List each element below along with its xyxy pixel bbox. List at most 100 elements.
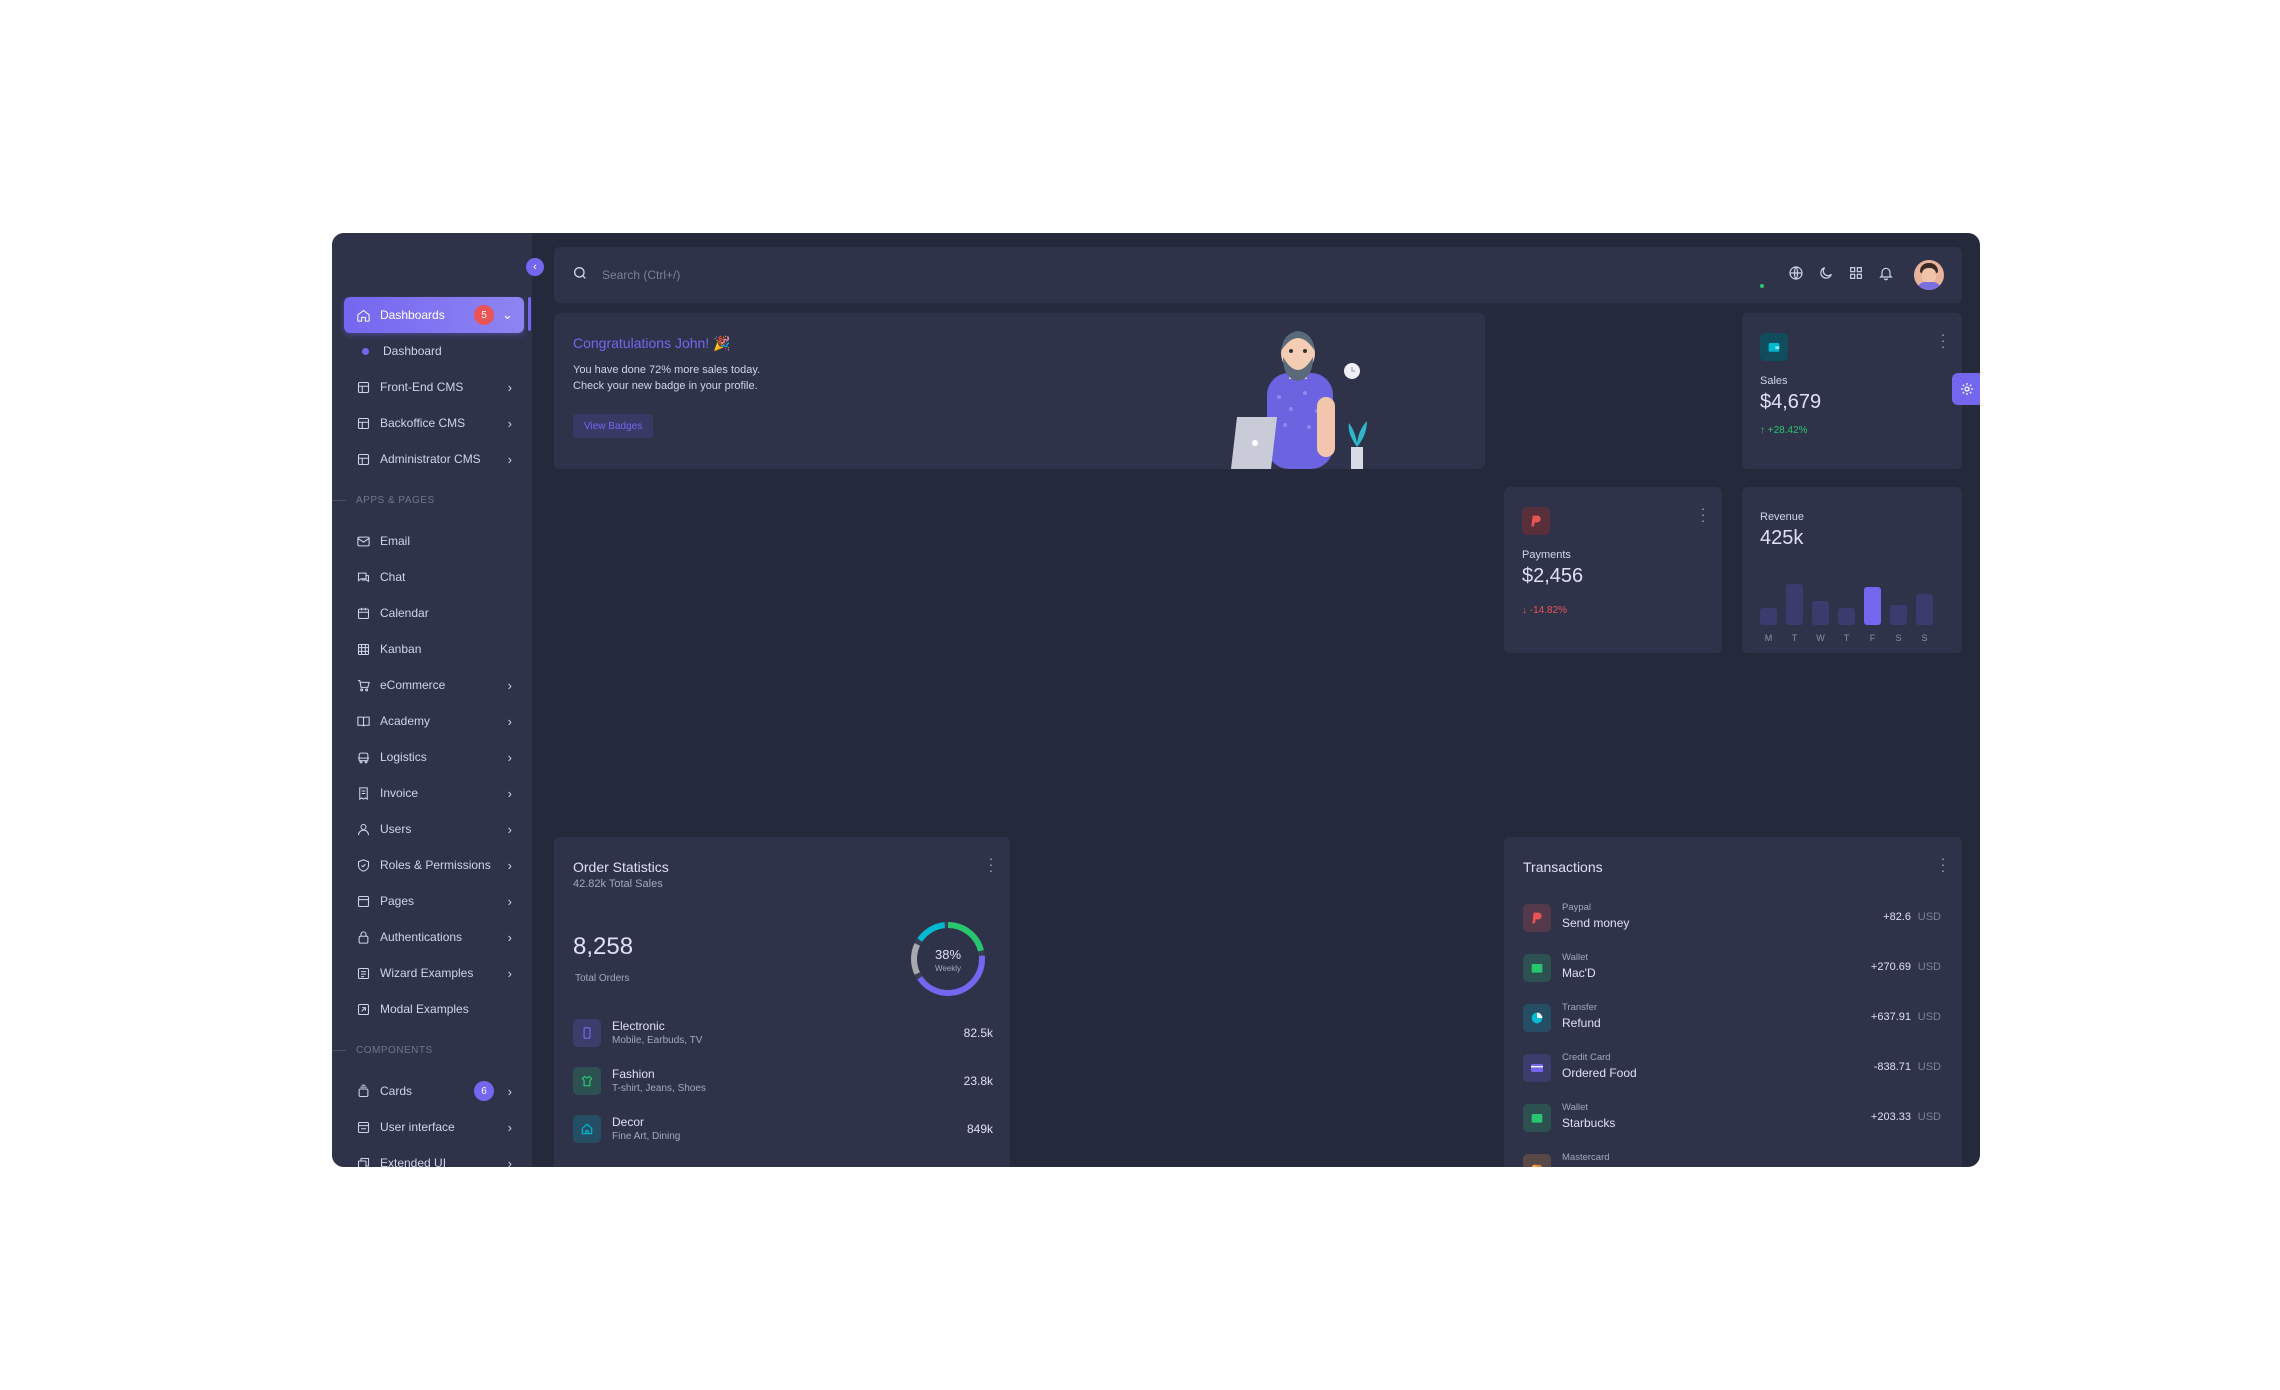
section-apps-pages: APPS & PAGES (332, 477, 524, 523)
sidebar-item-wizard-examples[interactable]: Wizard Examples › (344, 955, 524, 991)
sidebar-item-users[interactable]: Users › (344, 811, 524, 847)
kanban-icon (356, 642, 371, 657)
day-label: M (1764, 633, 1773, 643)
revenue-bar (1812, 601, 1829, 625)
card-text: Check your new badge in your profile. (573, 380, 758, 392)
search-input[interactable] (602, 268, 902, 282)
sidebar-item-label: Roles & Permissions (380, 858, 491, 872)
revenue-bar (1890, 605, 1907, 625)
sidebar-item-academy[interactable]: Academy › (344, 703, 524, 739)
day-label: F (1869, 633, 1876, 643)
more-options-icon[interactable]: · · · (988, 851, 994, 877)
app-window: Dashboards 5 ⌄ Dashboard Front-End CMS › B… (332, 233, 1980, 1167)
transaction-row[interactable]: Mastercard (1523, 1149, 1941, 1167)
transaction-row[interactable]: Transfer Refund +637.91 USD (1523, 999, 1941, 1039)
transaction-currency: USD (1917, 961, 1941, 973)
transaction-row[interactable]: Paypal Send money +82.6 USD (1523, 899, 1941, 939)
sidebar-item-user-interface[interactable]: User interface › (344, 1109, 524, 1145)
credit-card-icon (1523, 1054, 1551, 1082)
sidebar-item-label: Authentications (380, 930, 463, 944)
transaction-type: Paypal (1562, 902, 1592, 913)
revenue-card: Revenue 425k M T W T F S S (1742, 487, 1962, 653)
view-badges-button[interactable]: View Badges (573, 414, 654, 438)
sidebar-item-logistics[interactable]: Logistics › (344, 739, 524, 775)
transaction-currency: USD (1917, 1011, 1941, 1023)
transaction-row[interactable]: Wallet Mac'D +270.69 USD (1523, 949, 1941, 989)
category-value: 849k (966, 1122, 993, 1136)
sidebar-item-label: Pages (380, 894, 415, 908)
sidebar-item-cards[interactable]: Cards 6 › (344, 1073, 524, 1109)
transaction-currency: USD (1917, 911, 1941, 923)
sidebar-item-label: Cards (380, 1084, 413, 1098)
transaction-row[interactable]: Credit Card Ordered Food -838.71 USD (1523, 1049, 1941, 1089)
chevron-right-icon: › (507, 713, 512, 729)
category-name: Decor (612, 1115, 645, 1129)
sidebar-item-administrator-cms[interactable]: Administrator CMS › (344, 441, 524, 477)
sidebar-item-extended-ui[interactable]: Extended UI › (344, 1145, 524, 1167)
more-options-icon[interactable]: · · · (1940, 851, 1946, 877)
search-icon[interactable] (572, 265, 588, 286)
transaction-type: Mastercard (1562, 1152, 1610, 1163)
sidebar-item-label: User interface (380, 1120, 455, 1134)
transaction-row[interactable]: Wallet Starbucks +203.33 USD (1523, 1099, 1941, 1139)
sidebar-item-kanban[interactable]: Kanban (344, 631, 524, 667)
bullet-icon (362, 347, 369, 355)
wallet-icon (1760, 333, 1788, 361)
card-value: 425k (1760, 527, 1804, 549)
bell-icon[interactable] (1878, 265, 1894, 286)
card-value: $2,456 (1522, 565, 1584, 587)
sidebar-item-label: Email (380, 534, 411, 548)
sidebar-item-ecommerce[interactable]: eCommerce › (344, 667, 524, 703)
sidebar-item-authentications[interactable]: Authentications › (344, 919, 524, 955)
card-subtitle: 42.82k Total Sales (573, 878, 663, 890)
transaction-currency: USD (1917, 1061, 1941, 1073)
chevron-right-icon: › (507, 379, 512, 395)
sidebar-item-label: Front-End CMS (380, 380, 464, 394)
card-title: Congratulations John! 🎉 (573, 335, 731, 351)
globe-icon[interactable] (1788, 265, 1804, 286)
layout-icon (356, 380, 371, 395)
top-navbar (554, 247, 1962, 303)
mobile-icon (573, 1019, 601, 1047)
section-components: COMPONENTS (332, 1027, 524, 1073)
sidebar-item-dashboards[interactable]: Dashboards 5 ⌄ (344, 297, 524, 333)
chevron-right-icon: › (507, 677, 512, 693)
transaction-amount: +203.33 (1870, 1111, 1911, 1123)
donut-label: Weekly (935, 964, 961, 973)
sidebar-item-email[interactable]: Email (344, 523, 524, 559)
sidebar-item-modal-examples[interactable]: Modal Examples (344, 991, 524, 1027)
congratulations-card: Congratulations John! 🎉 You have done 72… (554, 313, 1485, 469)
sidebar-collapse-button[interactable]: ‹ (526, 258, 544, 276)
mail-icon (356, 534, 371, 549)
transaction-name: Ordered Food (1562, 1066, 1637, 1080)
paypal-icon (1522, 507, 1550, 535)
order-category-row: Electronic Mobile, Earbuds, TV 82.5k (573, 1017, 993, 1051)
invoice-icon (356, 786, 371, 801)
sidebar-item-roles-permissions[interactable]: Roles & Permissions › (344, 847, 524, 883)
sidebar-item-pages[interactable]: Pages › (344, 883, 524, 919)
moon-icon[interactable] (1818, 265, 1834, 286)
sidebar-item-invoice[interactable]: Invoice › (344, 775, 524, 811)
sidebar-item-label: Kanban (380, 642, 422, 656)
transaction-currency: USD (1917, 1111, 1941, 1123)
more-options-icon[interactable]: · · · (1700, 501, 1706, 527)
grid-icon[interactable] (1848, 265, 1864, 286)
sidebar-item-chat[interactable]: Chat (344, 559, 524, 595)
sidebar-item-front-end-cms[interactable]: Front-End CMS › (344, 369, 524, 405)
card-label: Revenue (1760, 511, 1805, 523)
transaction-name: Mac'D (1562, 966, 1596, 980)
settings-gear-button[interactable] (1952, 373, 1980, 405)
more-options-icon[interactable]: · · · (1940, 327, 1946, 353)
sales-card: · · · Sales $4,679 ↑ +28.42% (1742, 313, 1962, 469)
category-name: Fashion (612, 1067, 655, 1081)
card-title: Order Statistics (573, 859, 669, 875)
change-value: +28.42% (1767, 425, 1808, 436)
shield-icon (356, 858, 371, 873)
sidebar-item-dashboard[interactable]: Dashboard (344, 333, 524, 369)
sidebar-item-backoffice-cms[interactable]: Backoffice CMS › (344, 405, 524, 441)
avatar[interactable] (1914, 260, 1944, 290)
revenue-day-labels: MTWTFSS (1760, 633, 1950, 645)
sidebar-item-label: Calendar (380, 606, 429, 620)
total-orders-label: Total Orders (575, 973, 630, 984)
sidebar-item-calendar[interactable]: Calendar (344, 595, 524, 631)
